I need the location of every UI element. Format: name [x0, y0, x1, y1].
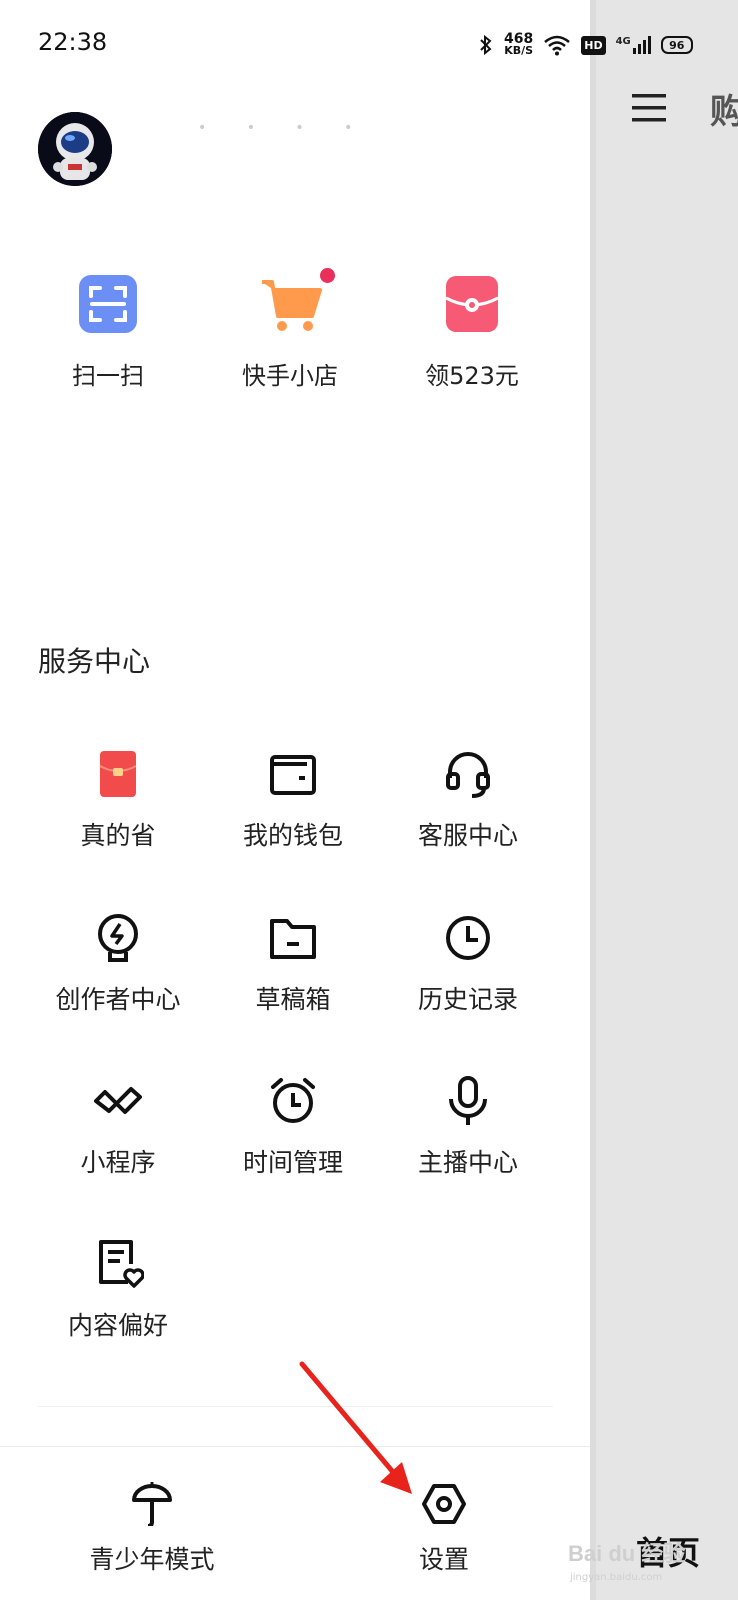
notification-dot — [320, 268, 335, 283]
service-item-label: 时间管理 — [242, 1148, 343, 1177]
document-heart-icon — [92, 1238, 145, 1290]
wifi-icon — [544, 35, 571, 56]
quick-action-red-packet[interactable]: 领523元 — [402, 272, 542, 391]
hamburger-menu-icon[interactable] — [632, 92, 668, 124]
baidu-watermark: Bai du 经验 — [568, 1541, 686, 1566]
service-item-wallet[interactable]: 我的钱包 — [213, 748, 373, 852]
settings-button[interactable]: 设置 — [390, 1482, 498, 1576]
baidu-watermark-url: jingyan.baidu.com — [570, 1572, 663, 1583]
wallet-icon — [267, 748, 319, 800]
quick-action-scan[interactable]: 扫一扫 — [38, 272, 178, 391]
umbrella-icon — [132, 1482, 172, 1528]
battery-level: 96 — [669, 38, 685, 52]
background-page[interactable] — [590, 0, 738, 1600]
service-item-creator-center[interactable]: 创作者中心 — [38, 912, 198, 1016]
red-packet-icon — [440, 272, 504, 336]
clock-icon — [442, 912, 494, 964]
service-item-label: 主播中心 — [417, 1148, 518, 1177]
service-item-time-management[interactable]: 时间管理 — [213, 1075, 373, 1179]
net-speed-unit: KB/S — [504, 44, 534, 57]
service-item-history[interactable]: 历史记录 — [388, 912, 548, 1016]
service-item-label: 小程序 — [80, 1148, 156, 1177]
service-center-title: 服务中心 — [38, 645, 151, 678]
service-item-label: 客服中心 — [417, 821, 518, 850]
status-icons: 468 KB/S HD 4G 96 — [478, 30, 693, 60]
cart-icon — [258, 268, 335, 336]
youth-mode-button[interactable]: 青少年模式 — [72, 1482, 232, 1576]
lightbulb-icon — [92, 912, 144, 964]
youth-mode-label: 青少年模式 — [89, 1545, 215, 1574]
quick-action-label: 扫一扫 — [72, 362, 144, 390]
service-item-content-preference[interactable]: 内容偏好 — [38, 1238, 198, 1342]
service-item-save[interactable]: 真的省 — [38, 748, 198, 852]
service-item-mini-program[interactable]: 小程序 — [38, 1075, 198, 1179]
service-item-drafts[interactable]: 草稿箱 — [213, 912, 373, 1016]
section-divider — [38, 1406, 553, 1407]
settings-hexagon-icon — [422, 1484, 466, 1524]
settings-label: 设置 — [418, 1545, 469, 1574]
quick-action-label: 快手小店 — [242, 362, 338, 390]
scan-icon — [76, 272, 140, 336]
net-speed: 468 KB/S — [504, 32, 534, 57]
network-type: 4G — [615, 36, 631, 47]
service-item-label: 内容偏好 — [67, 1311, 168, 1340]
bluetooth-icon — [480, 34, 492, 56]
status-time: 22:38 — [38, 28, 108, 56]
service-item-label: 草稿箱 — [255, 985, 331, 1014]
service-item-streamer-center[interactable]: 主播中心 — [388, 1075, 548, 1179]
quick-action-shop[interactable]: 快手小店 — [220, 268, 360, 391]
username-placeholder[interactable]: • • • • — [198, 120, 370, 136]
service-item-customer-service[interactable]: 客服中心 — [388, 748, 548, 852]
red-envelope-icon — [92, 748, 144, 800]
background-tab-label[interactable]: 购 — [710, 84, 738, 133]
folder-icon — [267, 912, 319, 964]
astronaut-avatar-icon — [38, 112, 112, 186]
microphone-icon — [442, 1075, 494, 1127]
battery-icon: 96 — [660, 36, 693, 54]
quick-action-label: 领523元 — [425, 362, 519, 390]
hd-badge: HD — [581, 35, 606, 55]
service-item-label: 创作者中心 — [55, 985, 181, 1014]
cell-signal-icon: 4G — [616, 36, 651, 54]
mini-program-icon — [92, 1075, 144, 1127]
service-item-label: 我的钱包 — [242, 821, 343, 850]
alarm-clock-icon — [267, 1075, 319, 1127]
service-item-label: 真的省 — [80, 821, 156, 850]
bottom-bar-divider — [0, 1446, 590, 1447]
headset-icon — [442, 748, 494, 800]
avatar[interactable] — [38, 112, 112, 186]
drawer-edge — [590, 0, 596, 1600]
service-item-label: 历史记录 — [417, 985, 518, 1014]
